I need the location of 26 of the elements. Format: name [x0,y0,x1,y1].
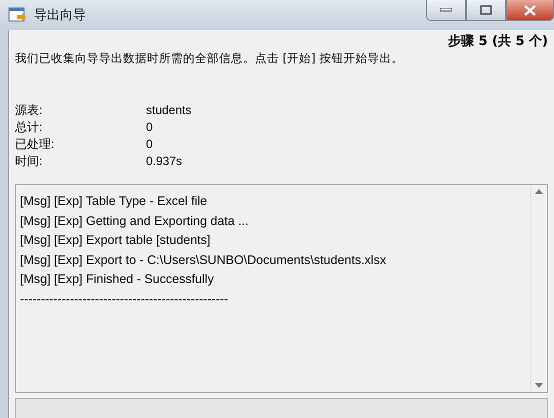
field-value: 0 [146,119,154,135]
maximize-icon[interactable] [480,5,492,15]
maximize-button[interactable] [466,0,506,21]
log-line: [Msg] [Exp] Finished - Successfully [20,271,215,288]
field-value: 0 [146,136,154,152]
log-line: [Msg] [Exp] Table Type - Excel file [20,193,208,210]
log-line: [Msg] [Exp] Getting and Exporting data ... [20,212,250,230]
step-indicator: 步骤 5 (共 5 个) [448,33,549,50]
minimize-icon[interactable] [440,8,452,12]
intro-text: 我们已收集向导导出数据时所需的全部信息。点击 [开始] 按钮开始导出。 [15,51,404,66]
field-label: 总计: [15,119,44,135]
log-line: [Msg] [Exp] Export to - C:\Users\SUNBO\Documents\students.xlsx [20,252,388,269]
field-label: 源表: [15,102,44,118]
scroll-up-icon[interactable] [535,189,543,194]
log-line: [Msg] [Exp] Export table [students] [20,232,212,249]
close-icon[interactable] [524,4,536,16]
field-label: 时间: [15,153,44,169]
field-value: students [146,102,192,118]
field-value: 0.937s [146,153,184,169]
close-button[interactable] [506,0,554,21]
minimize-button[interactable] [426,0,466,21]
window-title: 导出向导 [34,7,86,24]
scroll-down-icon[interactable] [535,383,543,388]
log-line: -------------------------------------------------- [20,290,230,308]
window-icon [8,6,26,24]
field-label: 已处理: [15,136,56,152]
